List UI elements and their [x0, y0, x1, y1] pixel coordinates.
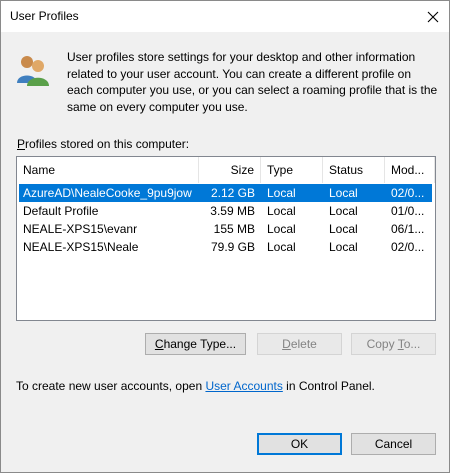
title-bar: User Profiles: [1, 1, 449, 32]
cell-status: Local: [329, 186, 358, 200]
close-button[interactable]: [417, 1, 449, 32]
column-header-modified[interactable]: Mod...: [385, 157, 435, 183]
profiles-label: Profiles stored on this computer:: [17, 137, 190, 151]
profiles-list[interactable]: Name Size Type Status Mod... AzureAD\Nea…: [16, 156, 436, 321]
cell-name: NEALE-XPS15\evanr: [23, 222, 138, 236]
column-header-size[interactable]: Size: [199, 157, 261, 183]
table-row[interactable]: NEALE-XPS15\Neale 79.9 GB Local Local 02…: [17, 238, 435, 256]
cancel-button[interactable]: Cancel: [351, 433, 436, 455]
column-header-name[interactable]: Name: [17, 157, 199, 183]
cell-status: Local: [329, 240, 358, 254]
cell-modified: 02/0...: [391, 186, 425, 200]
table-row[interactable]: AzureAD\NealeCooke_9pu9jow 2.12 GB Local…: [17, 184, 435, 202]
user-profiles-dialog: User Profiles User profiles store settin…: [0, 0, 450, 473]
cell-modified: 01/0...: [391, 204, 425, 218]
close-icon: [427, 11, 439, 22]
cell-type: Local: [267, 204, 296, 218]
column-header-status[interactable]: Status: [323, 157, 385, 183]
intro-text: User profiles store settings for your de…: [67, 50, 438, 114]
footer-text: To create new user accounts, open User A…: [16, 379, 375, 393]
cell-status: Local: [329, 204, 358, 218]
cell-size: 79.9 GB: [210, 240, 255, 254]
cell-name: NEALE-XPS15\Neale: [23, 240, 139, 254]
cell-type: Local: [267, 240, 296, 254]
cell-modified: 06/1...: [391, 222, 425, 236]
table-row[interactable]: NEALE-XPS15\evanr 155 MB Local Local 06/…: [17, 220, 435, 238]
cell-modified: 02/0...: [391, 240, 425, 254]
cell-type: Local: [267, 222, 296, 236]
user-accounts-link[interactable]: User Accounts: [205, 379, 282, 393]
window-title: User Profiles: [10, 9, 79, 23]
cell-name: AzureAD\NealeCooke_9pu9jow: [23, 186, 192, 200]
cell-size: 3.59 MB: [210, 204, 255, 218]
change-type-button[interactable]: Change Type...: [145, 333, 246, 355]
copy-to-button[interactable]: Copy To...: [351, 333, 436, 355]
cell-name: Default Profile: [23, 204, 99, 218]
cell-type: Local: [267, 186, 296, 200]
cell-size: 2.12 GB: [210, 186, 255, 200]
list-header: Name Size Type Status Mod...: [17, 157, 435, 183]
delete-button[interactable]: Delete: [257, 333, 342, 355]
cell-status: Local: [329, 222, 358, 236]
ok-button[interactable]: OK: [257, 433, 342, 455]
column-header-type[interactable]: Type: [261, 157, 323, 183]
users-icon: [17, 56, 49, 86]
cell-size: 155 MB: [213, 222, 255, 236]
table-row[interactable]: Default Profile 3.59 MB Local Local 01/0…: [17, 202, 435, 220]
